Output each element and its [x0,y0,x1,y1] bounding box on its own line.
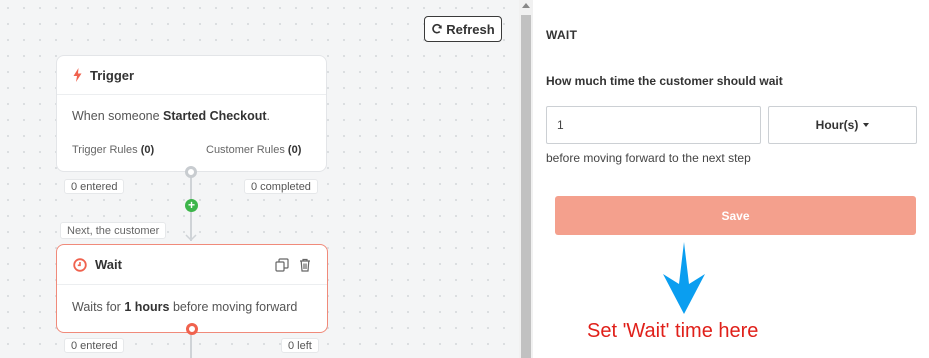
scrollbar-thumb[interactable] [521,15,531,358]
chevron-down-icon [185,234,197,242]
copy-icon[interactable] [275,257,289,272]
add-step-button[interactable]: + [185,199,198,212]
trigger-entered-stat: 0 entered [64,179,125,194]
refresh-icon [432,23,443,34]
panel-title: WAIT [546,28,578,42]
refresh-button[interactable]: Refresh [424,16,502,42]
trigger-completed-stat: 0 completed [244,179,318,194]
wait-desc-suffix: before moving forward [169,300,298,314]
wait-helper-text: before moving forward to the next step [546,151,751,165]
bolt-icon [73,68,82,82]
plus-icon: + [187,198,195,212]
wait-node[interactable]: Wait Waits for 1 hours before moving for… [56,244,328,333]
trash-icon[interactable] [299,258,311,272]
trigger-description: When someone Started Checkout. [72,109,270,123]
trigger-title: Trigger [90,67,135,83]
clock-icon [73,257,87,272]
trigger-desc-prefix: When someone [72,109,164,123]
arrow-down-icon [663,242,705,314]
wait-desc-prefix: Waits for [72,300,125,314]
wait-node-header: Wait [57,245,327,285]
next-step-label: Next, the customer [60,222,167,239]
save-label: Save [721,208,750,223]
trigger-event: Started Checkout [163,109,267,123]
trigger-rules-count: (0) [140,144,155,156]
wait-question-label: How much time the customer should wait [546,74,783,88]
wait-entered-stat: 0 entered [64,338,125,353]
connector-line [190,333,192,358]
trigger-node[interactable]: Trigger When someone Started Checkout. T… [56,55,327,172]
wait-unit-value: Hour(s) [815,118,859,132]
trigger-completed-value: 0 completed [251,180,311,193]
customer-rules-label: Customer Rules [206,144,285,156]
wait-desc-value: 1 hours [124,300,170,314]
workflow-canvas[interactable]: Refresh Trigger When someone Started Che… [0,0,519,358]
refresh-label: Refresh [446,21,495,37]
wait-left-value: 0 left [288,339,312,352]
trigger-entered-value: 0 entered [71,180,118,193]
wait-title: Wait [95,257,122,272]
wait-output-port[interactable] [186,323,198,335]
annotation-label: Set 'Wait' time here [587,320,759,342]
wait-amount-input[interactable] [546,106,761,144]
trigger-output-port[interactable] [185,166,197,178]
wait-left-stat: 0 left [281,338,319,353]
wait-node-actions [275,257,311,272]
save-button[interactable]: Save [555,196,916,235]
wait-entered-value: 0 entered [71,339,118,352]
customer-rules-count: (0) [287,144,302,156]
trigger-desc-suffix: . [266,109,271,123]
wait-settings-panel: WAIT How much time the customer should w… [533,0,929,358]
trigger-rules[interactable]: Trigger Rules (0) [72,144,154,156]
wait-unit-select[interactable]: Hour(s) [768,106,917,144]
scroll-up-arrow[interactable] [522,3,530,8]
next-step-label-text: Next, the customer [67,224,160,237]
customer-rules[interactable]: Customer Rules (0) [206,144,301,156]
caret-down-icon [863,123,870,127]
trigger-rules-label: Trigger Rules [72,144,138,156]
canvas-scrollbar[interactable] [519,0,533,358]
wait-description: Waits for 1 hours before moving forward [72,300,297,314]
trigger-node-header: Trigger [57,56,326,95]
